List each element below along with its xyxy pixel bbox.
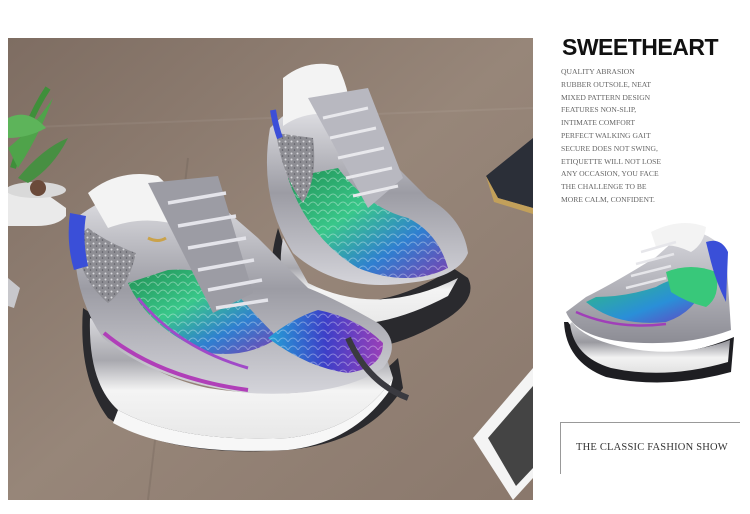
product-thumbnail: [556, 212, 742, 400]
description-line: THE CHALLENGE TO BE: [561, 182, 647, 192]
description-line: ETIQUETTE WILL NOT LOSE: [561, 156, 662, 166]
caption-box: THE CLASSIC FASHION SHOW: [560, 422, 740, 474]
product-description: QUALITY ABRASION RUBBER OUTSOLE, NEAT MI…: [561, 66, 741, 207]
description-line: SECURE DOES NOT SWING,: [561, 143, 658, 153]
description-line: ANY OCCASION, YOU FACE: [561, 169, 659, 179]
description-line: MIXED PATTERN DESIGN: [561, 92, 651, 102]
caption-text: THE CLASSIC FASHION SHOW: [576, 442, 728, 453]
description-line: QUALITY ABRASION: [561, 67, 635, 76]
product-photo: [8, 38, 533, 500]
product-title: SWEETHEART: [562, 34, 719, 60]
description-line: INTIMATE COMFORT: [561, 118, 636, 128]
description-line: MORE CALM, CONFIDENT.: [561, 194, 655, 204]
description-line: RUBBER OUTSOLE, NEAT: [561, 79, 652, 89]
description-line: PERFECT WALKING GAIT: [561, 130, 651, 140]
description-line: FEATURES NON-SLIP,: [561, 105, 637, 115]
